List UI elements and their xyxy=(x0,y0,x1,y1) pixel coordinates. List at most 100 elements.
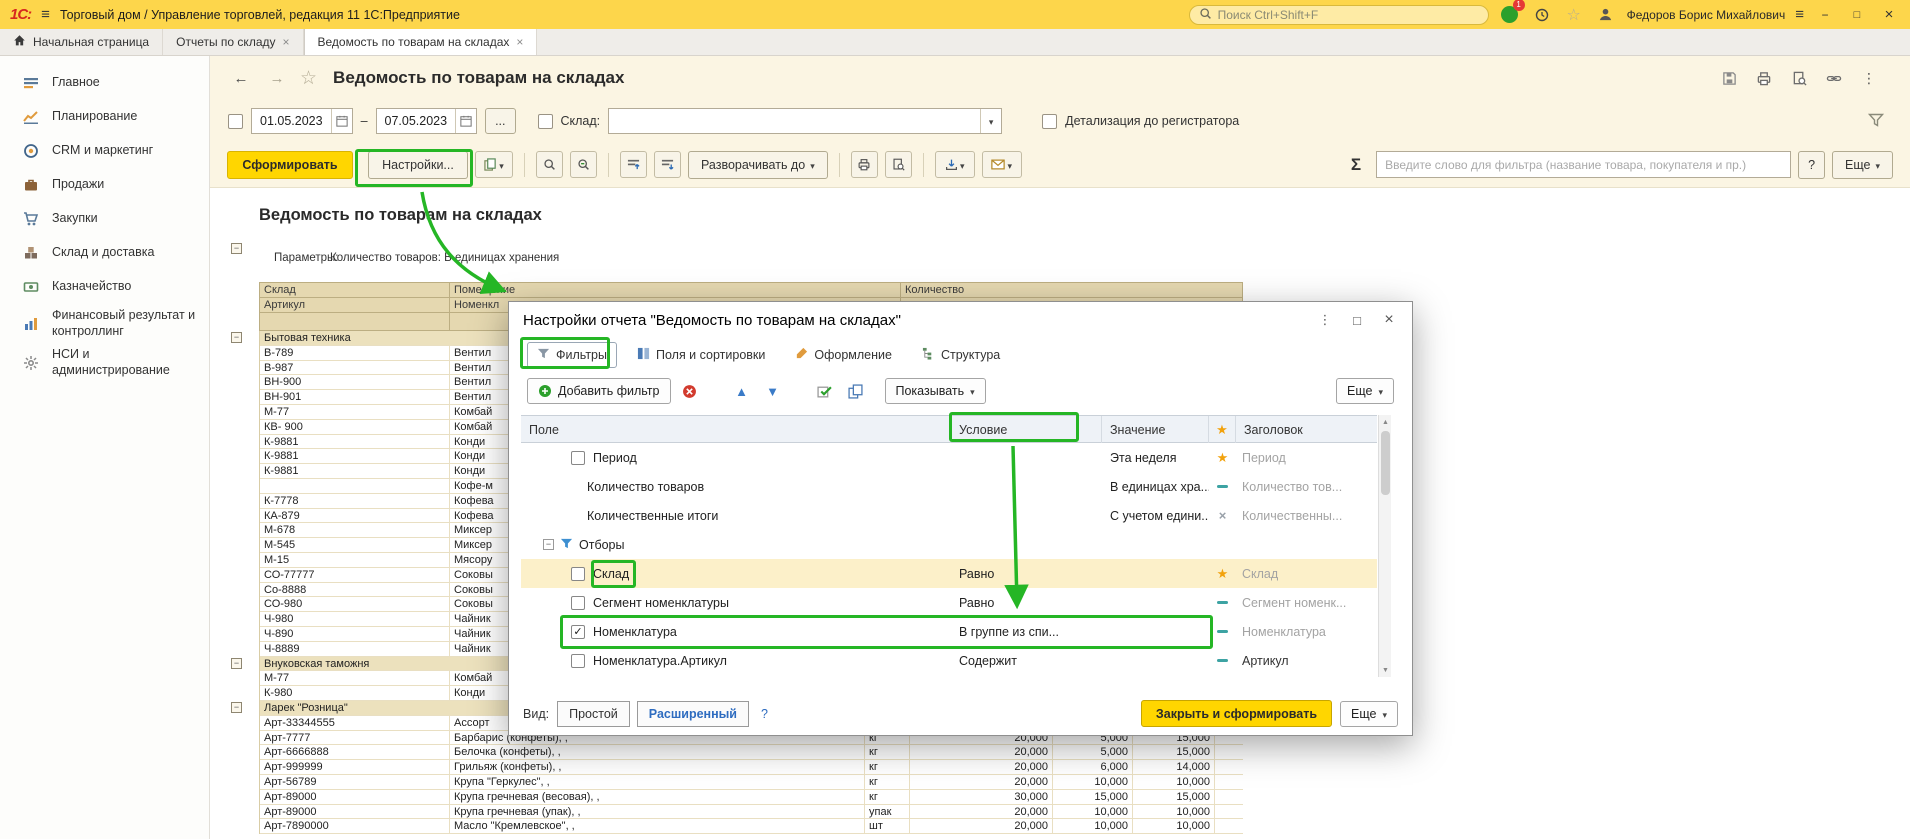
search-input[interactable] xyxy=(1218,8,1479,22)
filter-row[interactable]: НоменклатураВ группе из спи...Номенклату… xyxy=(521,617,1377,646)
collapse-toggle[interactable] xyxy=(543,539,554,550)
move-down-button[interactable]: ▼ xyxy=(761,379,785,403)
main-menu-icon[interactable]: ≡ xyxy=(41,6,50,23)
print-button[interactable] xyxy=(851,151,878,178)
dialog-maximize-icon[interactable] xyxy=(1348,311,1366,329)
print-preview-button[interactable] xyxy=(885,151,912,178)
tab-warehouse-reports[interactable]: Отчеты по складу xyxy=(163,29,303,55)
filter-row[interactable]: Количество товаровВ единицах хра...Колич… xyxy=(521,472,1377,501)
sidebar-item-treasury[interactable]: Казначейство xyxy=(0,270,209,304)
dialog-help-button[interactable]: ? xyxy=(761,707,768,721)
dialog-titlebar[interactable]: Настройки отчета "Ведомость по товарам н… xyxy=(509,302,1412,338)
collapse-groups-button[interactable] xyxy=(620,151,647,178)
notifications-icon[interactable]: 1 xyxy=(1499,4,1521,26)
delete-filter-button[interactable] xyxy=(678,379,702,403)
forward-button[interactable]: → xyxy=(264,65,290,91)
report-variants-button[interactable] xyxy=(475,151,513,178)
dialog-tab-structure[interactable]: Структура xyxy=(912,342,1010,368)
sidebar-item-sales[interactable]: Продажи xyxy=(0,168,209,202)
expand-groups-button[interactable] xyxy=(654,151,681,178)
filter-row[interactable]: Сегмент номенклатурыРавноСегмент номенк.… xyxy=(521,588,1377,617)
settings-button[interactable]: Настройки... xyxy=(368,151,468,179)
show-button[interactable]: Показывать xyxy=(885,378,986,404)
collapse-toggle[interactable] xyxy=(231,332,242,343)
dialog-more-icon[interactable] xyxy=(1316,311,1334,329)
generate-button[interactable]: Сформировать xyxy=(227,151,353,179)
user-icon[interactable] xyxy=(1595,4,1617,26)
filter-checkbox[interactable] xyxy=(571,596,585,610)
calendar-icon[interactable] xyxy=(455,109,476,133)
link-icon[interactable] xyxy=(1825,69,1843,87)
dialog-tab-fields[interactable]: Поля и сортировки xyxy=(627,342,775,368)
dialog-tab-filters[interactable]: Фильтры xyxy=(527,342,617,368)
period-more-button[interactable]: ... xyxy=(485,108,515,134)
filter-checkbox[interactable] xyxy=(571,625,585,639)
filter-checkbox[interactable] xyxy=(571,451,585,465)
detail-checkbox[interactable] xyxy=(1042,114,1057,129)
dialog-scrollbar[interactable]: ▲ ▼ xyxy=(1378,415,1391,677)
add-filter-button[interactable]: Добавить фильтр xyxy=(527,378,671,404)
tab-close-icon[interactable] xyxy=(516,35,523,49)
sidebar-item-planning[interactable]: Планирование xyxy=(0,100,209,134)
sidebar-item-finance[interactable]: Финансовый результат и контроллинг xyxy=(0,304,209,343)
preview-icon[interactable] xyxy=(1790,69,1808,87)
filter-checkbox[interactable] xyxy=(571,654,585,668)
tab-close-icon[interactable] xyxy=(283,35,290,49)
scroll-up-icon[interactable]: ▲ xyxy=(1379,415,1392,429)
history-icon[interactable] xyxy=(1531,4,1553,26)
sidebar-item-nsi[interactable]: НСИ и администрирование xyxy=(0,343,209,382)
view-advanced-button[interactable]: Расширенный xyxy=(637,701,749,727)
tab-vedomost[interactable]: Ведомость по товарам на складах xyxy=(304,29,538,55)
quick-filter-input[interactable] xyxy=(1376,151,1791,178)
expand-to-button[interactable]: Разворачивать до xyxy=(688,151,828,179)
print-icon[interactable] xyxy=(1755,69,1773,87)
filter-row[interactable]: ПериодЭта неделяПериод xyxy=(521,443,1377,472)
collapse-toggle[interactable] xyxy=(231,243,242,254)
dialog-close-icon[interactable] xyxy=(1380,311,1398,329)
more-icon[interactable]: ⋮ xyxy=(1860,69,1878,87)
help-button[interactable]: ? xyxy=(1798,151,1825,179)
dialog-tab-appearance[interactable]: Оформление xyxy=(785,342,902,368)
user-name[interactable]: Федоров Борис Михайлович xyxy=(1627,8,1786,22)
warehouse-combo-input[interactable] xyxy=(608,108,1002,134)
back-button[interactable]: ← xyxy=(228,65,254,91)
calendar-icon[interactable] xyxy=(331,109,352,133)
dialog-footer-more-button[interactable]: Еще xyxy=(1340,701,1398,727)
tab-home[interactable]: Начальная страница xyxy=(0,29,163,55)
sidebar-item-crm[interactable]: CRM и маркетинг xyxy=(0,134,209,168)
collapse-toggle[interactable] xyxy=(231,702,242,713)
save-icon[interactable] xyxy=(1720,69,1738,87)
warehouse-checkbox[interactable] xyxy=(538,114,553,129)
dialog-more-button[interactable]: Еще xyxy=(1336,378,1394,404)
more-button[interactable]: Еще xyxy=(1832,151,1893,179)
filter-row[interactable]: Количественные итогиС учетом едини...Кол… xyxy=(521,501,1377,530)
period-checkbox[interactable] xyxy=(228,114,243,129)
filter-row[interactable]: СкладРавноСклад xyxy=(521,559,1377,588)
scroll-down-icon[interactable]: ▼ xyxy=(1379,663,1392,677)
favorite-star-icon[interactable] xyxy=(300,67,317,90)
view-simple-button[interactable]: Простой xyxy=(557,701,630,727)
window-minimize-button[interactable] xyxy=(1814,5,1836,25)
service-menu-icon[interactable]: ≡ xyxy=(1795,6,1804,23)
filter-row[interactable]: Номенклатура.АртикулСодержитАртикул xyxy=(521,646,1377,675)
sidebar-item-purchases[interactable]: Закупки xyxy=(0,202,209,236)
find-next-button[interactable] xyxy=(570,151,597,178)
find-button[interactable] xyxy=(536,151,563,178)
filter-group-row[interactable]: Отборы xyxy=(521,530,1377,559)
combo-dropdown-icon[interactable] xyxy=(980,109,1001,133)
sidebar-item-main[interactable]: Главное xyxy=(0,66,209,100)
scroll-thumb[interactable] xyxy=(1381,431,1390,495)
collapse-toggle[interactable] xyxy=(231,658,242,669)
close-and-generate-button[interactable]: Закрыть и сформировать xyxy=(1141,700,1332,727)
copy-settings-button[interactable] xyxy=(844,379,868,403)
filter-checkbox[interactable] xyxy=(571,567,585,581)
favorites-icon[interactable] xyxy=(1563,4,1585,26)
window-maximize-button[interactable] xyxy=(1846,5,1868,25)
apply-check-button[interactable] xyxy=(813,379,837,403)
period-from-input[interactable]: 01.05.2023 xyxy=(251,108,353,134)
period-to-input[interactable]: 07.05.2023 xyxy=(376,108,478,134)
warehouse-input[interactable] xyxy=(609,109,980,133)
save-file-button[interactable] xyxy=(935,151,975,178)
move-up-button[interactable]: ▲ xyxy=(730,379,754,403)
filter-funnel-icon[interactable] xyxy=(1868,112,1884,131)
